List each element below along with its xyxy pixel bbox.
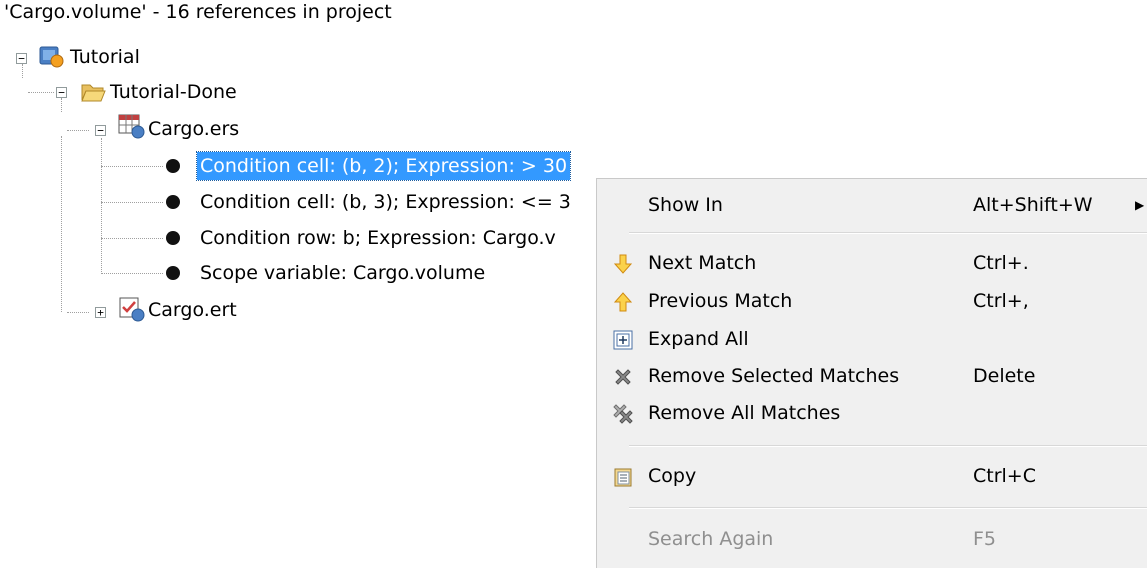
menu-item-next-match[interactable]: Next Match Ctrl+. bbox=[597, 245, 1147, 281]
match-label: Condition cell: (b, 2); Expression: > 30 bbox=[195, 151, 572, 181]
collapse-toggle[interactable]: − bbox=[95, 125, 106, 136]
submenu-arrow-icon: ▶ bbox=[1135, 198, 1145, 212]
tree-connector bbox=[101, 166, 163, 167]
menu-item-show-in[interactable]: Show In Alt+Shift+W ▶ bbox=[597, 187, 1147, 223]
menu-item-shortcut: Ctrl+C bbox=[973, 465, 1036, 487]
ruletest-icon bbox=[119, 297, 145, 322]
collapse-toggle[interactable]: − bbox=[56, 87, 67, 98]
menu-item-shortcut: Alt+Shift+W bbox=[973, 194, 1093, 216]
match-label: Scope variable: Cargo.volume bbox=[200, 262, 486, 284]
tree-node-tutorial-done[interactable]: Tutorial-Done bbox=[107, 75, 240, 109]
arrow-down-icon bbox=[613, 254, 633, 274]
tree-connector bbox=[101, 202, 163, 203]
match-bullet-icon bbox=[166, 266, 180, 280]
tree-node-cargo-ers[interactable]: Cargo.ers bbox=[145, 112, 242, 146]
expand-toggle[interactable]: + bbox=[95, 307, 106, 318]
menu-item-shortcut: Ctrl+. bbox=[973, 252, 1029, 274]
menu-item-shortcut: F5 bbox=[973, 528, 997, 550]
menu-item-label: Next Match bbox=[648, 252, 757, 274]
rule-sheet-icon bbox=[118, 114, 145, 139]
arrow-up-icon bbox=[613, 292, 633, 312]
match-item[interactable]: Condition cell: (b, 3); Expression: <= 3 bbox=[197, 185, 574, 219]
menu-separator bbox=[629, 507, 1147, 509]
match-item[interactable]: Scope variable: Cargo.volume bbox=[197, 256, 488, 290]
menu-item-previous-match[interactable]: Previous Match Ctrl+, bbox=[597, 283, 1147, 319]
match-label: Condition row: b; Expression: Cargo.v bbox=[200, 227, 556, 249]
menu-separator bbox=[629, 445, 1147, 447]
menu-item-label: Previous Match bbox=[648, 290, 793, 312]
menu-item-label: Show In bbox=[648, 194, 723, 216]
tree-connector bbox=[28, 92, 54, 93]
copy-icon bbox=[614, 468, 632, 487]
menu-item-label: Copy bbox=[648, 465, 697, 487]
menu-item-shortcut: Ctrl+, bbox=[973, 290, 1029, 312]
expand-all-icon bbox=[613, 330, 633, 350]
tree-connector bbox=[101, 273, 163, 274]
menu-item-label: Remove All Matches bbox=[648, 402, 841, 424]
menu-item-search-again[interactable]: Search Again F5 bbox=[597, 521, 1147, 557]
tree-node-label: Cargo.ers bbox=[148, 118, 240, 140]
search-results-header: 'Cargo.volume' - 16 references in projec… bbox=[4, 1, 392, 23]
tree-node-label: Cargo.ert bbox=[148, 299, 237, 321]
match-item[interactable]: Condition cell: (b, 2); Expression: > 30 bbox=[195, 149, 572, 183]
match-label: Condition cell: (b, 3); Expression: <= 3 bbox=[200, 191, 571, 213]
tree-node-tutorial[interactable]: Tutorial bbox=[67, 40, 143, 74]
collapse-toggle[interactable]: − bbox=[16, 53, 27, 64]
menu-item-shortcut: Delete bbox=[973, 365, 1036, 387]
menu-item-remove-all[interactable]: Remove All Matches bbox=[597, 395, 1147, 431]
menu-item-remove-selected[interactable]: Remove Selected Matches Delete bbox=[597, 358, 1147, 394]
remove-x-icon bbox=[615, 369, 631, 385]
match-bullet-icon bbox=[166, 231, 180, 245]
tree-node-label: Tutorial bbox=[70, 46, 140, 68]
tree-connector bbox=[61, 98, 62, 112]
menu-item-copy[interactable]: Copy Ctrl+C bbox=[597, 458, 1147, 494]
tree-node-cargo-ert[interactable]: Cargo.ert bbox=[145, 293, 240, 327]
menu-item-label: Expand All bbox=[648, 328, 749, 350]
tree-connector bbox=[61, 136, 62, 312]
context-menu: Show In Alt+Shift+W ▶ Next Match Ctrl+. … bbox=[596, 178, 1147, 568]
tree-node-label: Tutorial-Done bbox=[110, 81, 237, 103]
folder-open-icon bbox=[81, 84, 106, 102]
tree-connector bbox=[67, 312, 89, 313]
tree-connector bbox=[22, 64, 23, 78]
menu-item-expand-all[interactable]: Expand All bbox=[597, 321, 1147, 357]
remove-all-icon bbox=[613, 404, 633, 424]
match-bullet-icon bbox=[166, 159, 180, 173]
menu-item-label: Remove Selected Matches bbox=[648, 365, 900, 387]
match-bullet-icon bbox=[166, 195, 180, 209]
match-item[interactable]: Condition row: b; Expression: Cargo.v bbox=[197, 221, 559, 255]
tree-connector bbox=[101, 138, 102, 272]
project-icon bbox=[39, 46, 64, 68]
menu-separator bbox=[629, 232, 1147, 234]
tree-connector bbox=[101, 238, 163, 239]
menu-item-label: Search Again bbox=[648, 528, 774, 550]
tree-connector bbox=[67, 130, 89, 131]
